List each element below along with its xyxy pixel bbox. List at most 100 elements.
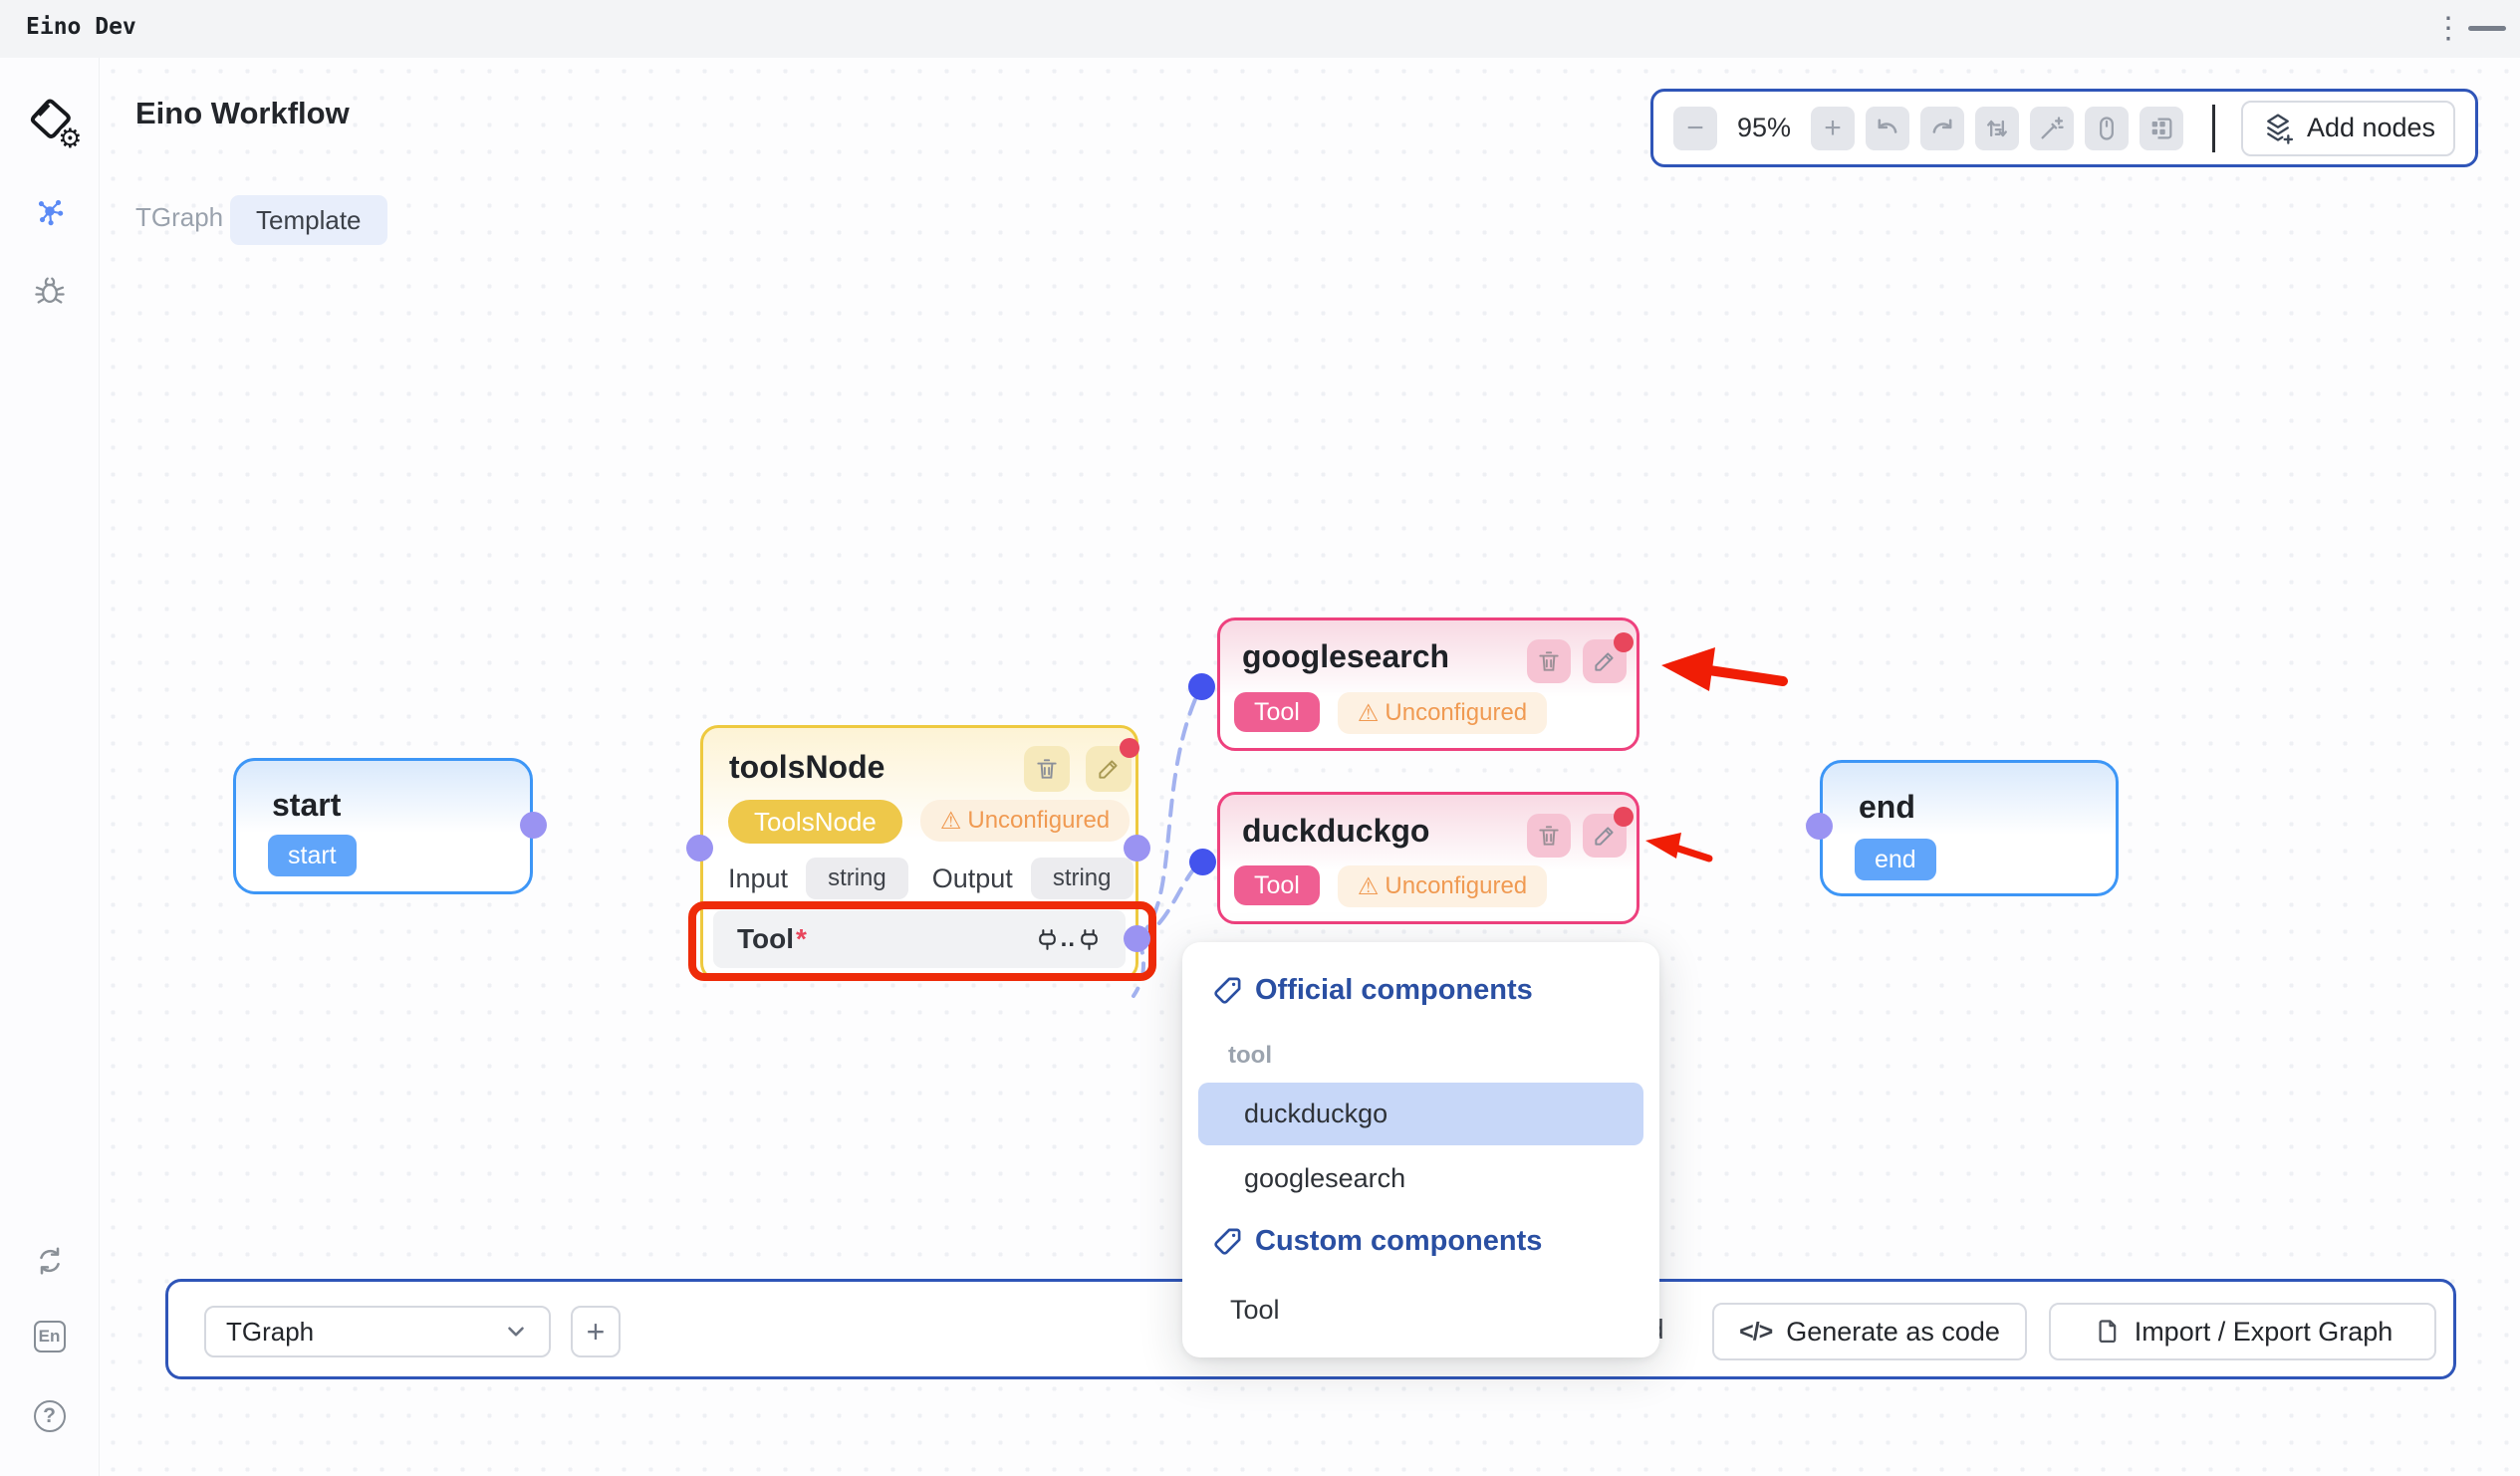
component-item-custom-tool[interactable]: Tool [1198, 1279, 1643, 1342]
plug-icon [1035, 927, 1060, 952]
refresh-icon[interactable] [34, 1245, 66, 1277]
code-icon: </> [1739, 1318, 1772, 1347]
output-type-pill: string [1031, 858, 1134, 899]
input-type-pill: string [806, 858, 908, 899]
status-badge: ⚠Unconfigured [1338, 692, 1547, 734]
warning-icon: ⚠ [1358, 699, 1380, 728]
pencil-icon [1592, 823, 1618, 849]
pencil-icon [1096, 756, 1122, 782]
port-tools-tool-field[interactable] [1124, 925, 1150, 952]
component-item-googlesearch[interactable]: googlesearch [1198, 1147, 1643, 1210]
page-title: Eino Workflow [135, 96, 350, 131]
component-picker-panel: Official components tool duckduckgo goog… [1182, 942, 1659, 1357]
port-tools-in[interactable] [686, 835, 713, 861]
canvas-toolbar: − 95% + Add nodes [1650, 89, 2478, 167]
required-marker: * [796, 923, 807, 955]
trash-icon [1034, 756, 1060, 782]
node-type-badge: Tool [1234, 692, 1320, 732]
generate-as-code-label: Generate as code [1786, 1317, 2000, 1348]
component-item-duckduckgo[interactable]: duckduckgo [1198, 1083, 1643, 1145]
eino-logo-icon: ⚙ [24, 96, 76, 145]
port-end-in[interactable] [1806, 813, 1833, 840]
import-export-graph-button[interactable]: Import / Export Graph [2049, 1303, 2436, 1360]
node-start[interactable]: start start [233, 758, 533, 894]
layers-plus-icon [2261, 112, 2295, 145]
node-duckduckgo[interactable]: duckduckgo Tool ⚠Unconfigured [1217, 792, 1639, 924]
minimap-button[interactable] [2140, 107, 2183, 150]
plug-icon [1077, 927, 1102, 952]
output-label: Output [932, 863, 1013, 894]
add-nodes-label: Add nodes [2307, 113, 2435, 143]
node-googlesearch-title: googlesearch [1242, 638, 1449, 675]
language-label: En [39, 1327, 61, 1347]
zoom-in-button[interactable]: + [1811, 107, 1855, 150]
app-title: Eino Dev [26, 14, 136, 40]
minimize-icon[interactable] [2468, 26, 2506, 31]
node-end[interactable]: end end [1820, 760, 2119, 896]
node-type-badge: Tool [1234, 865, 1320, 905]
file-icon [2093, 1318, 2121, 1346]
chevron-down-icon [503, 1319, 529, 1345]
zoom-level: 95% [1728, 113, 1800, 143]
titlebar: Eino Dev ⋮ [0, 0, 2520, 58]
port-tools-out[interactable] [1124, 835, 1150, 861]
mouse-mode-button[interactable] [2085, 107, 2129, 150]
eino-dev-window: Eino Dev ⋮ ⚙ [0, 0, 2520, 1476]
edit-node-button[interactable] [1583, 814, 1627, 858]
help-icon[interactable]: ? [34, 1400, 66, 1432]
edit-node-button[interactable] [1086, 746, 1132, 792]
unsaved-indicator-dot [1614, 807, 1634, 827]
tool-field-row[interactable]: Tool * .. [713, 910, 1126, 968]
tool-field-label: Tool [737, 923, 794, 955]
add-graph-button[interactable]: + [571, 1306, 621, 1357]
plug-icons: .. [1035, 927, 1102, 952]
graph-select-value: TGraph [226, 1317, 314, 1348]
language-toggle[interactable]: En [34, 1321, 66, 1353]
unsaved-indicator-dot [1614, 632, 1634, 652]
official-components-heading: Official components [1212, 974, 1533, 1007]
add-nodes-button[interactable]: Add nodes [2241, 101, 2455, 156]
node-type-badge: ToolsNode [728, 800, 902, 844]
trash-icon [1536, 823, 1562, 849]
zoom-out-button[interactable]: − [1673, 107, 1717, 150]
delete-node-button[interactable] [1024, 746, 1070, 792]
node-start-title: start [272, 787, 341, 824]
edit-node-button[interactable] [1583, 639, 1627, 683]
magic-wand-button[interactable] [2030, 107, 2074, 150]
port-duckduckgo-in[interactable] [1189, 849, 1216, 875]
tab-template[interactable]: Template [230, 195, 387, 245]
port-start-out[interactable] [520, 812, 547, 839]
node-toolsnode-title: toolsNode [729, 749, 884, 786]
status-badge: ⚠Unconfigured [920, 800, 1130, 842]
toolbar-divider [2212, 105, 2215, 152]
node-googlesearch[interactable]: googlesearch Tool ⚠Unconfigured [1217, 617, 1639, 751]
auto-layout-button[interactable] [1975, 107, 2019, 150]
import-export-label: Import / Export Graph [2135, 1317, 2394, 1348]
warning-icon: ⚠ [940, 807, 962, 836]
node-start-badge: start [268, 835, 357, 876]
custom-components-heading: Custom components [1212, 1225, 1542, 1258]
trash-icon [1536, 648, 1562, 674]
kebab-menu-icon[interactable]: ⋮ [2430, 8, 2466, 50]
plug-dots: .. [1061, 934, 1076, 944]
node-end-badge: end [1855, 839, 1936, 880]
sidebar-item-debug[interactable] [33, 273, 67, 307]
node-end-title: end [1859, 789, 1915, 826]
node-toolsnode[interactable]: toolsNode ToolsNode ⚠Unconfigured Input … [700, 725, 1138, 981]
sidebar-item-workflow[interactable] [34, 195, 66, 227]
graph-select[interactable]: TGraph [204, 1306, 551, 1357]
generate-as-code-button[interactable]: </> Generate as code [1712, 1303, 2027, 1360]
gear-icon: ⚙ [58, 125, 82, 152]
undo-button[interactable] [1866, 107, 1909, 150]
tab-tgraph[interactable]: TGraph [135, 202, 223, 233]
redo-button[interactable] [1920, 107, 1964, 150]
pencil-icon [1592, 648, 1618, 674]
delete-node-button[interactable] [1527, 814, 1571, 858]
input-label: Input [728, 863, 788, 894]
unsaved-indicator-dot [1120, 738, 1139, 758]
port-googlesearch-in[interactable] [1188, 673, 1215, 700]
template-label: Template [256, 205, 362, 236]
delete-node-button[interactable] [1527, 639, 1571, 683]
warning-icon: ⚠ [1358, 872, 1380, 901]
sidebar: ⚙ En ? [0, 58, 100, 1476]
